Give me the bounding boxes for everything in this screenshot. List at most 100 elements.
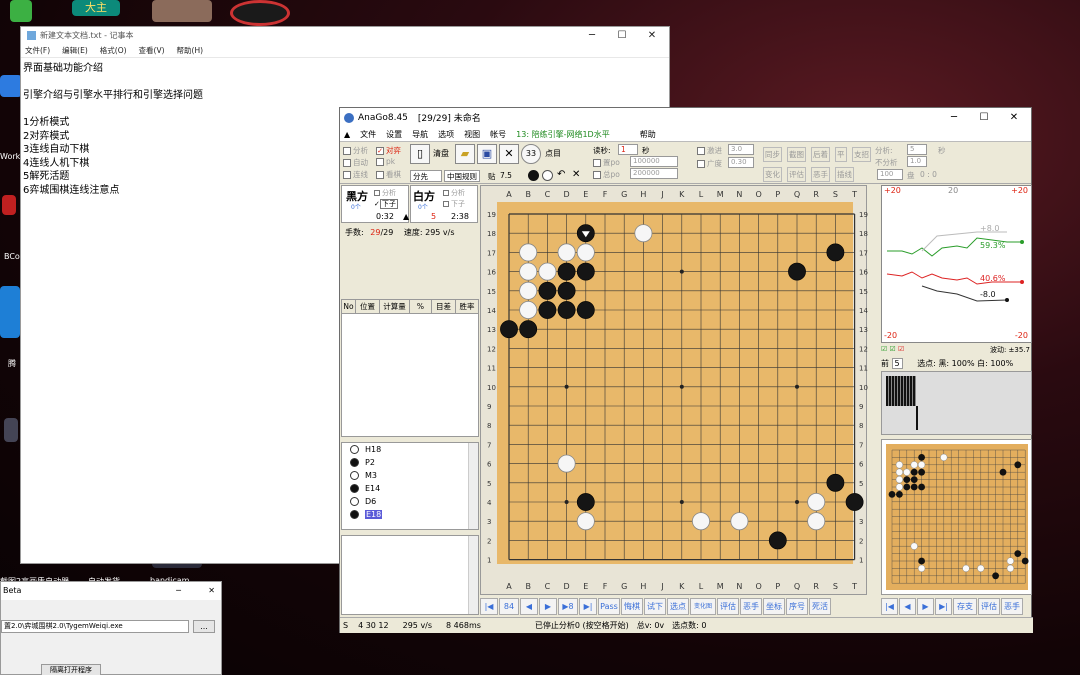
list-item[interactable]: M3 bbox=[342, 469, 478, 482]
qian-input[interactable]: 5 bbox=[891, 358, 903, 369]
jiji-toggle[interactable]: 激进 bbox=[697, 145, 722, 156]
po1-toggle[interactable]: 置po bbox=[593, 157, 620, 168]
delete-icon[interactable]: ✕ bbox=[499, 144, 519, 164]
connect-toggle[interactable]: 连线 bbox=[343, 169, 368, 180]
order-button[interactable]: 序号 bbox=[786, 598, 808, 615]
houzhao-button[interactable]: 后着 bbox=[811, 147, 830, 162]
minimize-icon[interactable]: ─ bbox=[577, 27, 607, 44]
open-program-button[interactable]: 隔离打开程序 bbox=[41, 664, 101, 675]
menu-account[interactable]: 帐号 bbox=[490, 129, 506, 140]
menu-view[interactable]: 查看(V) bbox=[139, 45, 165, 56]
list-item-selected[interactable]: E18 bbox=[342, 508, 478, 521]
readsec-input[interactable]: 1 bbox=[618, 144, 638, 155]
maximize-icon[interactable]: ☐ bbox=[969, 108, 999, 127]
list-item[interactable]: P2 bbox=[342, 456, 478, 469]
first-move-icon[interactable]: |◀ bbox=[881, 598, 898, 615]
vs-toggle[interactable]: ✓ 对弈 bbox=[376, 145, 401, 156]
analyze-toggle[interactable]: 分析 bbox=[343, 145, 368, 156]
menu-file[interactable]: 文件(F) bbox=[25, 45, 50, 56]
graph-check-1[interactable]: ☑ bbox=[881, 345, 887, 353]
count-icon[interactable]: 33 bbox=[521, 144, 541, 164]
desktop-icon-blue[interactable] bbox=[0, 75, 22, 97]
try-button[interactable]: 试下 bbox=[644, 598, 666, 615]
sishou-button[interactable]: 恶手 bbox=[811, 167, 830, 182]
chaxian-button[interactable]: 插线 bbox=[835, 167, 854, 182]
menu-help[interactable]: 帮助(H) bbox=[177, 45, 204, 56]
go-board[interactable]: AABBCCDDEEFFGGHHJJKKLLMMNNOOPPQQRRSSTT19… bbox=[481, 186, 868, 596]
desktop-icon-red[interactable] bbox=[2, 195, 16, 215]
list-item[interactable]: H18 bbox=[342, 443, 478, 456]
close-icon[interactable]: ✕ bbox=[999, 108, 1029, 127]
col-calc[interactable]: 计算量 bbox=[380, 300, 410, 313]
guangdu-input[interactable]: 0.30 bbox=[728, 157, 754, 168]
jietu-button[interactable]: 截图 bbox=[787, 147, 806, 162]
graph-check-2[interactable]: ☑ bbox=[890, 345, 896, 353]
menu-navigate[interactable]: 导航 bbox=[412, 129, 428, 140]
engine-label[interactable]: 13: 陪练引擎-网络1D水平 bbox=[516, 129, 610, 140]
n5-input[interactable]: 5 bbox=[907, 144, 927, 155]
save-branch-button[interactable]: 存支 bbox=[953, 598, 977, 615]
bad-move-button[interactable]: 恶手 bbox=[1001, 598, 1023, 615]
desktop-icon-gray[interactable] bbox=[4, 418, 18, 442]
last-move-icon[interactable]: ▶| bbox=[579, 598, 597, 615]
po2-input[interactable]: 200000 bbox=[630, 168, 678, 179]
po1-input[interactable]: 100000 bbox=[630, 156, 678, 167]
undo-button[interactable]: 悔棋 bbox=[621, 598, 643, 615]
menu-options[interactable]: 选项 bbox=[438, 129, 454, 140]
komi-value[interactable]: 7.5 bbox=[500, 171, 512, 180]
first-move-icon[interactable]: |◀ bbox=[480, 598, 498, 615]
cancel-icon[interactable]: ✕ bbox=[572, 169, 580, 180]
last-move-icon[interactable]: ▶| bbox=[935, 598, 952, 615]
black-analyze-toggle[interactable]: 分析 bbox=[374, 188, 396, 198]
evaluate-button[interactable]: 评估 bbox=[978, 598, 1000, 615]
open-folder-icon[interactable]: ▰ bbox=[455, 144, 475, 164]
pick-button[interactable]: 选点 bbox=[667, 598, 689, 615]
rules-mode-select[interactable]: 分先 bbox=[410, 170, 442, 182]
col-mucha[interactable]: 目差 bbox=[432, 300, 456, 313]
move-list[interactable]: H18 P2 M3 E14 D6 E18 bbox=[341, 442, 479, 530]
move-list-scrollbar[interactable] bbox=[468, 443, 478, 529]
menu-format[interactable]: 格式(O) bbox=[100, 45, 127, 56]
black-play-toggle[interactable]: ✓ 下子 bbox=[374, 199, 398, 209]
watch-toggle[interactable]: 看棋 bbox=[376, 169, 401, 180]
black-stone-icon[interactable] bbox=[528, 170, 539, 181]
menu-edit[interactable]: 编辑(E) bbox=[62, 45, 88, 56]
dialog-path-input[interactable]: 置2.0\弈城围棋2.0\TygemWeiqi.exe bbox=[1, 620, 189, 633]
pass-button[interactable]: Pass bbox=[598, 598, 620, 615]
menu-help[interactable]: 帮助 bbox=[640, 129, 656, 140]
white-stone-icon[interactable] bbox=[542, 170, 553, 181]
list-item[interactable]: D6 bbox=[342, 495, 478, 508]
evaluate-button[interactable]: 评估 bbox=[717, 598, 739, 615]
bad-move-button[interactable]: 恶手 bbox=[740, 598, 762, 615]
desktop-icon-tv[interactable]: 大主 bbox=[72, 0, 120, 16]
variation-button[interactable]: 变化图 bbox=[690, 598, 716, 615]
col-pos[interactable]: 位置 bbox=[356, 300, 380, 313]
go-board-area[interactable]: A A B B C C D D E E F F G G H H J J K K L L M M N N O O P P Q Q R R S S T T 19… bbox=[480, 185, 868, 596]
next-move-icon[interactable]: ▶ bbox=[917, 598, 934, 615]
desktop-icon-tool[interactable] bbox=[230, 0, 290, 26]
white-analyze-toggle[interactable]: 分析 bbox=[443, 188, 465, 198]
minimize-icon[interactable]: ─ bbox=[176, 582, 181, 600]
desktop-icon-e[interactable] bbox=[0, 286, 20, 338]
save-icon[interactable]: ▣ bbox=[477, 144, 497, 164]
prev-move-icon[interactable]: ◀ bbox=[899, 598, 916, 615]
dianmu-button[interactable]: 点目 bbox=[545, 148, 561, 159]
browse-button[interactable]: ... bbox=[193, 620, 215, 633]
clear-board-button[interactable]: 清盘 bbox=[433, 148, 449, 159]
list-item[interactable]: E14 bbox=[342, 482, 478, 495]
next-move-icon[interactable]: ▶ bbox=[539, 598, 557, 615]
undo-icon[interactable]: ↶ bbox=[557, 169, 565, 180]
back-84-button[interactable]: 84 bbox=[499, 598, 519, 615]
desktop-icon-green[interactable] bbox=[10, 0, 32, 22]
mini-board[interactable] bbox=[882, 440, 1031, 594]
prev-move-icon[interactable]: ◀ bbox=[520, 598, 538, 615]
comment-box[interactable] bbox=[341, 535, 479, 615]
jiji-input[interactable]: 3.0 bbox=[728, 144, 754, 155]
pinggu-button[interactable]: 评估 bbox=[787, 167, 806, 182]
desktop-icon-photo[interactable] bbox=[152, 0, 212, 22]
guangdu-toggle[interactable]: 广度 bbox=[697, 158, 722, 169]
col-no[interactable]: No bbox=[342, 300, 356, 313]
coord-button[interactable]: 坐标 bbox=[763, 598, 785, 615]
n10-input[interactable]: 1.0 bbox=[907, 156, 927, 167]
auto-toggle[interactable]: 自动 bbox=[343, 157, 368, 168]
